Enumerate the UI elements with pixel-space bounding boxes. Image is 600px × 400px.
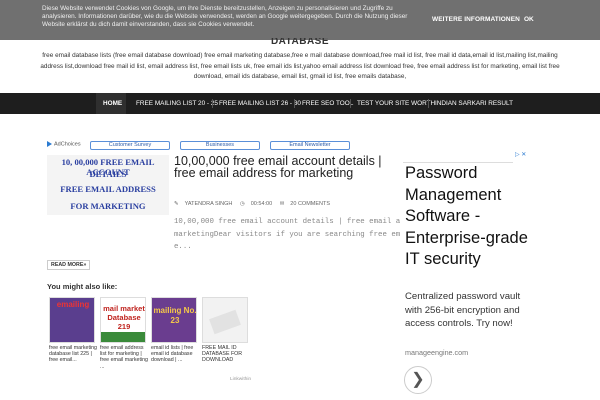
- related-thumbnail[interactable]: [202, 297, 248, 343]
- thumb-text: mailing No. 23: [153, 306, 197, 325]
- linkwithin-credit[interactable]: Linkwithin: [230, 377, 251, 382]
- adchoices-icon: [47, 141, 52, 147]
- related-post[interactable]: mail market Database 219 free email addr…: [100, 297, 148, 370]
- placeholder-shape: [209, 309, 241, 335]
- related-post[interactable]: FREE MAIL ID DATABASE FOR DOWNLOAD: [202, 297, 250, 364]
- cookie-banner: Diese Website verwendet Cookies von Goog…: [0, 0, 600, 40]
- related-thumbnail[interactable]: emailing: [49, 297, 95, 343]
- nav-item-sarkari-result[interactable]: INDIAN SARKARI RESULT: [435, 100, 513, 107]
- nav-item-seo-tool[interactable]: FREE SEO TOOL: [302, 100, 353, 107]
- adchoices-label: AdChoices: [54, 141, 81, 148]
- site-title[interactable]: DATABASE: [0, 38, 600, 48]
- related-posts-title: You might also like:: [47, 282, 118, 291]
- ad-arrow-button[interactable]: ❯: [404, 366, 432, 394]
- post-comments[interactable]: 20 COMMENTS: [290, 201, 330, 207]
- related-caption[interactable]: free email address list for marketing | …: [100, 345, 148, 370]
- related-post[interactable]: mailing No. 23 email id lists | free ema…: [151, 297, 199, 364]
- adchoices-link[interactable]: AdChoices: [47, 141, 81, 147]
- thumb-decoration: [101, 332, 145, 342]
- post-snippet: 10,00,000 free email account details | f…: [174, 216, 400, 254]
- thumb-text: DETAILS: [89, 169, 127, 179]
- clock-icon: ◷: [239, 201, 245, 207]
- ad-link-customer-survey[interactable]: Customer Survey: [90, 141, 170, 150]
- author-icon: ✎: [174, 201, 179, 207]
- post-thumbnail[interactable]: 10, 00,000 FREE EMAIL ACCOUNT DETAILS FR…: [47, 155, 169, 215]
- snippet-line: marketingDear visitors if you are search…: [174, 230, 400, 239]
- ad-headline[interactable]: Password Management Software - Enterpris…: [405, 163, 530, 271]
- nav-item-home[interactable]: HOME: [103, 100, 122, 107]
- ok-button[interactable]: OK: [524, 16, 534, 23]
- read-more-button[interactable]: READ MORE»: [47, 260, 91, 270]
- cookie-text: Diese Website verwendet Cookies von Goog…: [42, 5, 408, 28]
- snippet-line: e...: [174, 243, 192, 251]
- thumb-text: emailing: [56, 300, 90, 309]
- related-thumbnail[interactable]: mail market Database 219: [100, 297, 146, 343]
- post-title[interactable]: 10,00,000 free email account details | f…: [174, 155, 396, 180]
- ad-body[interactable]: Centralized password vault with 256-bit …: [405, 290, 530, 331]
- nav-divider: [428, 99, 429, 108]
- thumb-text: mail market Database 219: [103, 304, 145, 331]
- comment-icon: ✉: [279, 201, 285, 207]
- nav-item-site-worth[interactable]: TEST YOUR SITE WORTH: [357, 100, 435, 107]
- related-caption[interactable]: FREE MAIL ID DATABASE FOR DOWNLOAD: [202, 345, 250, 364]
- ad-link-email-newsletter[interactable]: Email Newsletter: [270, 141, 350, 150]
- related-caption[interactable]: free email marketing database list 225 |…: [49, 345, 97, 364]
- thumb-text: FREE EMAIL ADDRESS: [60, 184, 156, 194]
- more-info-button[interactable]: WEITERE INFORMATIONEN: [432, 16, 520, 23]
- nav-divider: [350, 99, 351, 108]
- main-nav: HOME FREE MAILING LIST 20 - 25 FREE MAIL…: [0, 93, 600, 114]
- nav-divider: [294, 99, 295, 108]
- post-meta: ✎ YATENDRA SINGH ◷ 00:54:00 ✉ 20 COMMENTS: [174, 201, 336, 207]
- ad-link-businesses[interactable]: Businesses: [180, 141, 260, 150]
- nav-item-mailing-list-20-25[interactable]: FREE MAILING LIST 20 - 25: [136, 100, 218, 107]
- nav-divider: [212, 99, 213, 108]
- thumb-text: FOR MARKETING: [70, 201, 146, 211]
- ad-choices-icons[interactable]: ▷ ✕: [515, 151, 526, 158]
- related-thumbnail[interactable]: mailing No. 23: [151, 297, 197, 343]
- related-post[interactable]: emailing free email marketing database l…: [49, 297, 97, 364]
- ad-domain[interactable]: manageengine.com: [405, 348, 468, 357]
- post-time: 00:54:00: [250, 201, 273, 207]
- snippet-line: 10,00,000 free email account details | f…: [174, 218, 400, 226]
- nav-item-mailing-list-26-30[interactable]: FREE MAILING LIST 26 - 30: [219, 100, 301, 107]
- site-description: free email database lists (free email da…: [40, 52, 560, 80]
- post-author[interactable]: YATENDRA SINGH: [185, 201, 233, 207]
- related-caption[interactable]: email id lists | free email id database …: [151, 345, 199, 364]
